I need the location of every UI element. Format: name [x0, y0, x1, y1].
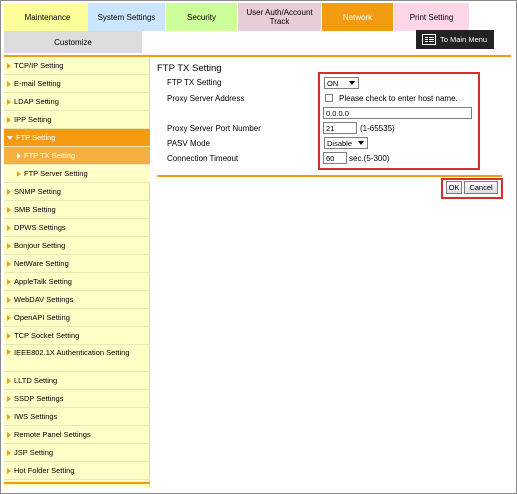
proxy-address-label: Proxy Server Address	[167, 94, 245, 103]
sidebar-item-bonjour[interactable]: Bonjour Setting	[4, 237, 150, 255]
pasv-mode-label: PASV Mode	[167, 139, 210, 148]
arrow-right-icon	[7, 188, 11, 195]
tab-user-auth-account-track[interactable]: User Auth/Account Track	[238, 3, 322, 31]
arrow-right-icon	[7, 431, 11, 438]
arrow-right-icon	[7, 413, 11, 420]
sidebar-item-ldap[interactable]: LDAP Setting	[4, 93, 150, 111]
sidebar-item-snmp[interactable]: SNMP Setting	[4, 183, 150, 201]
sidebar-item-appletalk[interactable]: AppleTalk Setting	[4, 273, 150, 291]
sidebar-item-ftp-server[interactable]: FTP Server Setting	[4, 165, 150, 183]
ftp-tx-label: FTP TX Setting	[167, 78, 222, 87]
arrow-right-icon	[7, 206, 11, 213]
tab-maintenance[interactable]: Maintenance	[4, 3, 92, 31]
sidebar-item-label: IEEE802.1X Authentication Setting	[14, 348, 130, 357]
arrow-right-icon	[7, 80, 11, 87]
arrow-right-icon	[17, 152, 21, 159]
sidebar-item-tcp-socket[interactable]: TCP Socket Setting	[4, 327, 150, 345]
arrow-right-icon	[7, 467, 11, 474]
sidebar-item-iws[interactable]: IWS Settings	[4, 408, 150, 426]
sidebar-item-label: TCP/IP Setting	[14, 61, 64, 70]
arrow-right-icon	[7, 377, 11, 384]
sidebar-item-label: LLTD Setting	[14, 376, 58, 385]
sidebar: TCP/IP Setting E-mail Setting LDAP Setti…	[4, 57, 150, 487]
arrow-right-icon	[17, 170, 21, 177]
arrow-right-icon	[7, 349, 11, 355]
sidebar-item-label: Hot Folder Setting	[14, 466, 75, 475]
tab-security[interactable]: Security	[166, 3, 238, 31]
sidebar-item-ieee8021x[interactable]: IEEE802.1X Authentication Setting	[4, 345, 150, 372]
sidebar-item-smb[interactable]: SMB Setting	[4, 201, 150, 219]
sidebar-item-ftp[interactable]: FTP Setting	[4, 129, 150, 147]
sidebar-item-openapi[interactable]: OpenAPI Setting	[4, 309, 150, 327]
sidebar-item-remote-panel[interactable]: Remote Panel Settings	[4, 426, 150, 444]
to-main-menu-button[interactable]: To Main Menu	[416, 30, 494, 49]
arrow-right-icon	[7, 98, 11, 105]
sidebar-bottom-line	[4, 482, 150, 484]
sidebar-item-label: IWS Settings	[14, 412, 58, 421]
sidebar-item-label: E-mail Setting	[14, 79, 61, 88]
sidebar-item-label: OpenAPI Setting	[14, 313, 70, 322]
arrow-right-icon	[7, 296, 11, 303]
sidebar-item-email[interactable]: E-mail Setting	[4, 75, 150, 93]
sidebar-item-dpws[interactable]: DPWS Settings	[4, 219, 150, 237]
sidebar-item-label: Bonjour Setting	[14, 241, 66, 250]
sidebar-item-label: FTP TX Setting	[24, 151, 75, 160]
sidebar-item-label: IPP Setting	[14, 115, 52, 124]
arrow-right-icon	[7, 332, 11, 339]
sidebar-item-label: AppleTalk Setting	[14, 277, 72, 286]
sidebar-item-webdav[interactable]: WebDAV Settings	[4, 291, 150, 309]
sidebar-item-label: LDAP Setting	[14, 97, 59, 106]
sidebar-item-hot-folder[interactable]: Hot Folder Setting	[4, 462, 150, 480]
sidebar-item-label: Remote Panel Settings	[14, 430, 91, 439]
sidebar-item-label: FTP Setting	[16, 133, 56, 142]
tab-network[interactable]: Network	[322, 3, 394, 31]
tab-customize[interactable]: Customize	[4, 31, 142, 53]
sidebar-item-lltd[interactable]: LLTD Setting	[4, 372, 150, 390]
to-main-menu-label: To Main Menu	[440, 35, 488, 44]
arrow-right-icon	[7, 62, 11, 69]
arrow-right-icon	[7, 395, 11, 402]
settings-highlight-box	[318, 72, 480, 170]
page-title: FTP TX Setting	[157, 63, 222, 74]
sidebar-item-label: SSDP Settings	[14, 394, 64, 403]
arrow-right-icon	[7, 278, 11, 285]
arrow-right-icon	[7, 242, 11, 249]
arrow-right-icon	[7, 224, 11, 231]
sidebar-item-label: FTP Server Setting	[24, 169, 88, 178]
arrow-right-icon	[7, 314, 11, 321]
main-menu-icon	[422, 34, 436, 45]
sidebar-item-tcp-ip[interactable]: TCP/IP Setting	[4, 57, 150, 75]
arrow-right-icon	[7, 449, 11, 456]
sidebar-item-label: SMB Setting	[14, 205, 56, 214]
tab-print-setting[interactable]: Print Setting	[394, 3, 470, 31]
sidebar-item-ipp[interactable]: IPP Setting	[4, 111, 150, 129]
buttons-highlight-box	[441, 178, 503, 199]
connection-timeout-label: Connection Timeout	[167, 154, 239, 163]
sidebar-item-netware[interactable]: NetWare Setting	[4, 255, 150, 273]
sidebar-item-label: WebDAV Settings	[14, 295, 74, 304]
arrow-right-icon	[7, 116, 11, 123]
sidebar-item-label: SNMP Setting	[14, 187, 61, 196]
sidebar-item-label: TCP Socket Setting	[14, 331, 80, 340]
sidebar-item-ftp-tx[interactable]: FTP TX Setting	[4, 147, 150, 165]
proxy-port-label: Proxy Server Port Number	[167, 124, 261, 133]
content-separator	[157, 175, 502, 177]
arrow-down-icon	[7, 135, 13, 140]
arrow-right-icon	[7, 260, 11, 267]
tab-system-settings[interactable]: System Settings	[88, 3, 166, 31]
sidebar-item-jsp[interactable]: JSP Setting	[4, 444, 150, 462]
sidebar-item-label: NetWare Setting	[14, 259, 69, 268]
sidebar-item-label: DPWS Settings	[14, 223, 66, 232]
sidebar-item-ssdp[interactable]: SSDP Settings	[4, 390, 150, 408]
sidebar-item-label: JSP Setting	[14, 448, 54, 457]
